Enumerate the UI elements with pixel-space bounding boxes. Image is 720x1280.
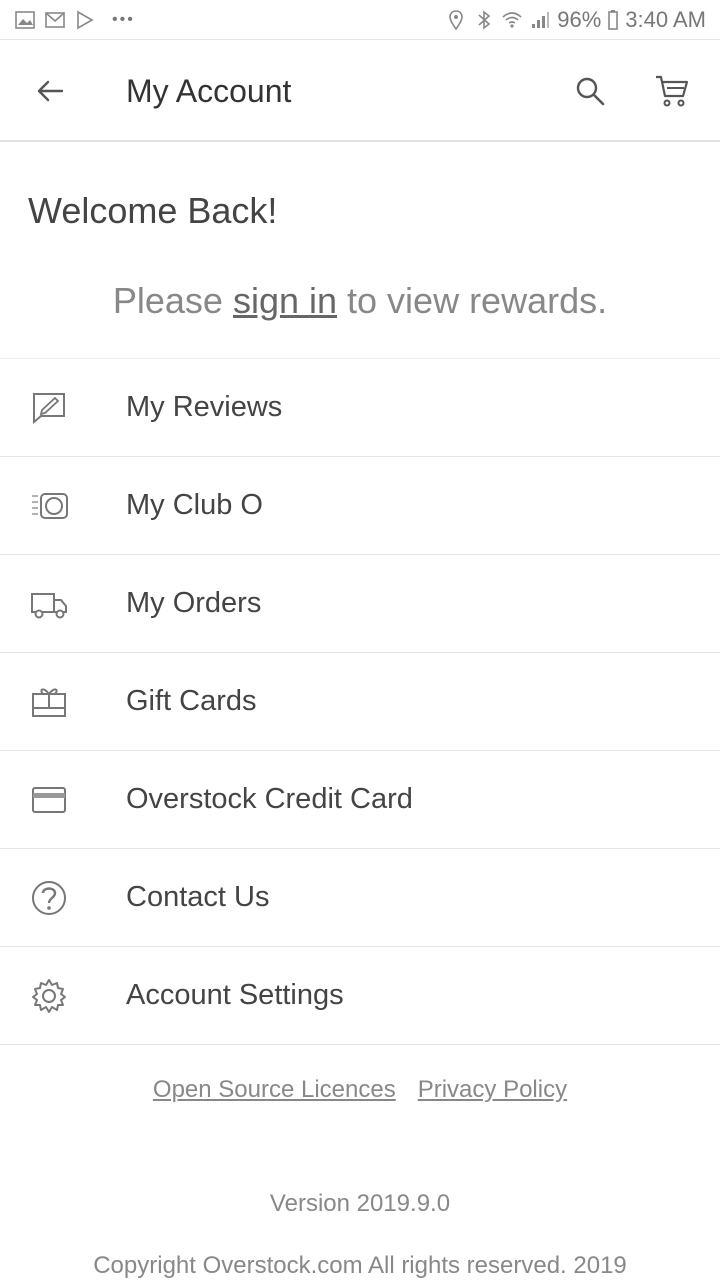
menu-label: Overstock Credit Card — [126, 783, 413, 815]
back-button[interactable] — [22, 63, 78, 119]
welcome-heading: Welcome Back! — [28, 190, 278, 231]
open-source-licences-link[interactable]: Open Source Licences — [153, 1076, 396, 1104]
search-button[interactable] — [564, 65, 616, 117]
battery-percent: 96% — [557, 6, 602, 32]
page-title: My Account — [126, 72, 292, 109]
menu-item-my-reviews[interactable]: My Reviews — [0, 359, 720, 457]
search-icon — [576, 77, 605, 106]
gift-card-icon — [27, 680, 71, 724]
menu-item-gift-cards[interactable]: Gift Cards — [0, 653, 720, 751]
menu-item-contact-us[interactable]: Contact Us — [0, 849, 720, 947]
app-version: Version 2019.9.0 — [269, 1190, 451, 1217]
menu-label: My Orders — [126, 587, 262, 619]
club-o-icon — [27, 484, 71, 528]
menu-item-my-club-o[interactable]: My Club O — [0, 457, 720, 555]
gear-icon — [27, 974, 71, 1018]
menu-item-overstock-credit-card[interactable]: Overstock Credit Card — [0, 751, 720, 849]
back-arrow-icon — [37, 80, 64, 102]
more-icon: ••• — [112, 10, 135, 28]
menu-label: My Reviews — [126, 391, 283, 423]
truck-icon — [27, 582, 71, 626]
sign-in-prompt-before: Please — [112, 280, 233, 321]
signal-icon — [529, 9, 551, 31]
help-icon — [27, 876, 71, 920]
location-icon — [445, 9, 467, 31]
cart-icon — [656, 75, 689, 107]
menu-label: Contact Us — [126, 881, 270, 913]
status-right: 96% 3:40 AM — [445, 7, 706, 33]
menu-label: Gift Cards — [126, 685, 257, 717]
bluetooth-icon — [473, 9, 495, 31]
privacy-policy-link[interactable]: Privacy Policy — [418, 1076, 567, 1104]
clock: 3:40 AM — [625, 6, 706, 32]
sign-in-prompt-after: to view rewards. — [337, 280, 608, 321]
account-menu: My Reviews My Club O My Orders Gift Card… — [0, 358, 720, 1045]
copyright: Copyright Overstock.com All rights reser… — [93, 1252, 627, 1279]
cart-button[interactable] — [646, 65, 698, 117]
menu-label: Account Settings — [126, 979, 344, 1011]
footer-links: Open Source Licences Privacy Policy — [0, 1076, 720, 1104]
app-bar: My Account — [0, 42, 720, 142]
credit-card-icon — [27, 778, 71, 822]
reviews-icon — [27, 386, 71, 430]
menu-item-my-orders[interactable]: My Orders — [0, 555, 720, 653]
gmail-icon — [44, 9, 66, 31]
menu-item-account-settings[interactable]: Account Settings — [0, 947, 720, 1045]
battery-icon — [607, 9, 619, 31]
app-bar-actions — [564, 65, 698, 117]
menu-label: My Club O — [126, 489, 263, 521]
status-left-icons: ••• — [14, 9, 135, 31]
play-store-icon — [74, 9, 96, 31]
wifi-icon — [501, 9, 523, 31]
sign-in-prompt: Please sign in to view rewards. — [0, 280, 720, 322]
status-bar: ••• 96% 3:40 AM — [0, 0, 720, 40]
sign-in-link[interactable]: sign in — [233, 280, 337, 321]
image-icon — [14, 9, 36, 31]
